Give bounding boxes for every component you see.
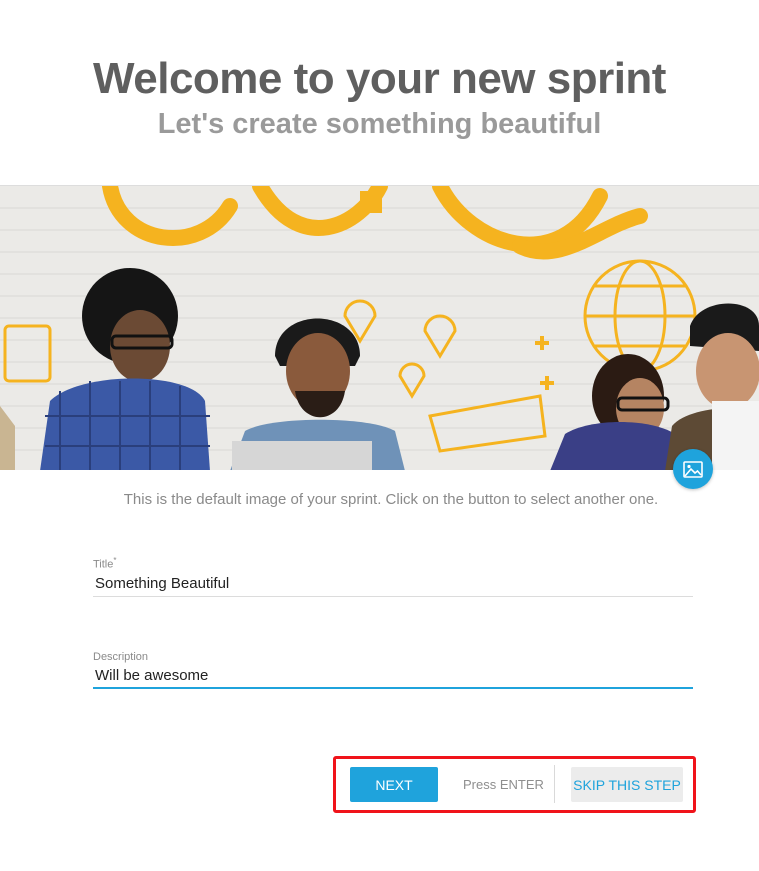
description-field: Description [93, 651, 693, 689]
skip-step-button[interactable]: SKIP THIS STEP [571, 767, 683, 802]
description-input[interactable] [93, 663, 693, 689]
next-button[interactable]: NEXT [350, 767, 438, 802]
page-title: Welcome to your new sprint [93, 54, 666, 103]
title-input[interactable] [93, 570, 693, 597]
change-image-icon [683, 460, 703, 478]
actions-highlight-box: NEXT Press ENTER SKIP THIS STEP [333, 756, 696, 813]
change-image-button[interactable] [673, 449, 713, 489]
divider [554, 765, 555, 803]
description-label: Description [93, 651, 149, 663]
press-enter-hint: Press ENTER [463, 777, 544, 792]
banner-caption: This is the default image of your sprint… [123, 491, 659, 508]
title-label: Title* [93, 556, 117, 571]
title-field: Title* [93, 556, 693, 597]
required-mark: * [113, 556, 117, 565]
sprint-banner-image [0, 185, 759, 470]
page-subtitle: Let's create something beautiful [157, 108, 602, 140]
